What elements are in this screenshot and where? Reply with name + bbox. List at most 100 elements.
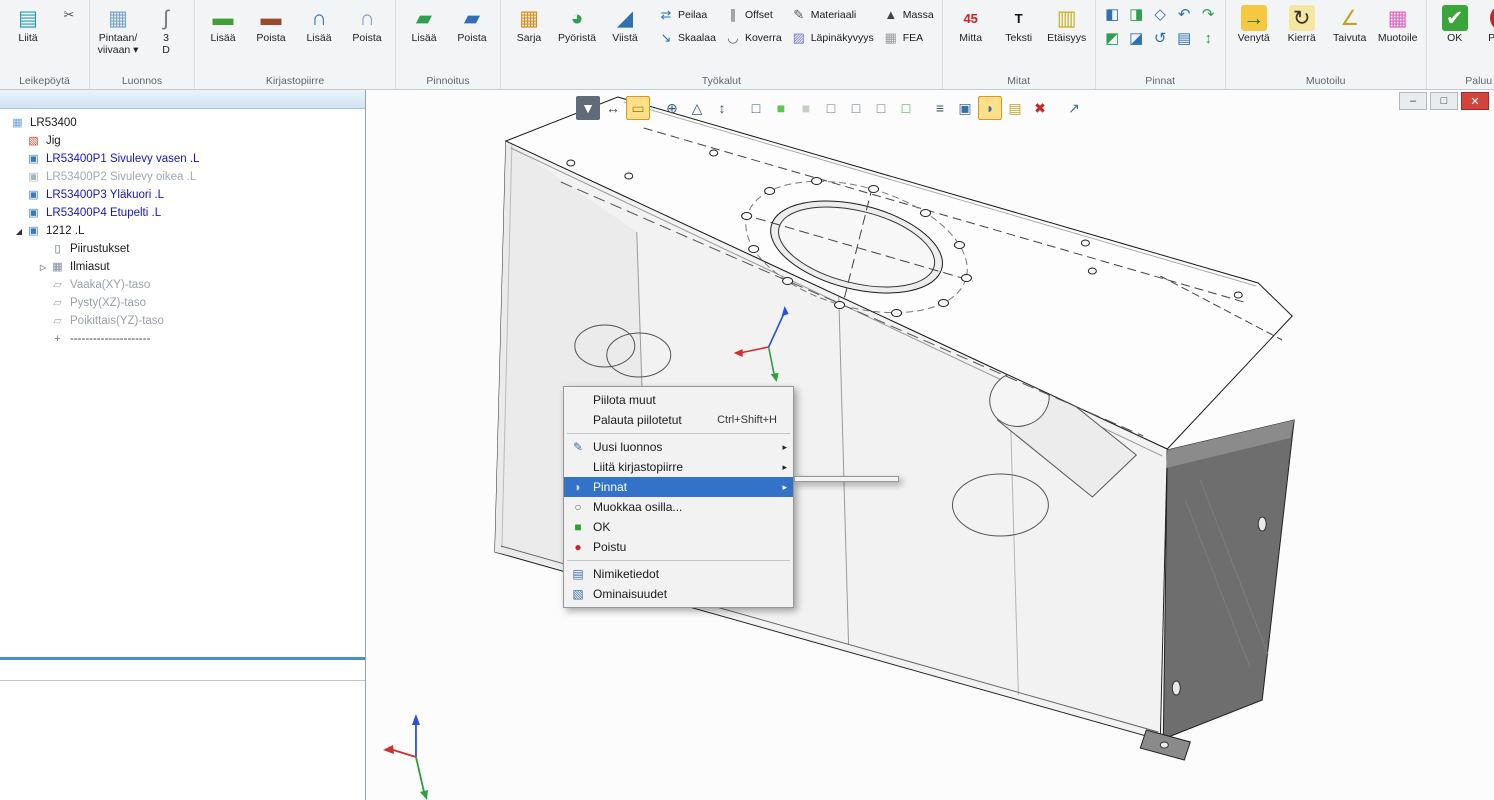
ribbon-button-materiaali[interactable]: ✎Materiaali xyxy=(787,3,877,26)
poistu-icon: ● xyxy=(568,539,588,555)
menu-restore-hidden[interactable]: Palauta piilotetutCtrl+Shift+H xyxy=(564,410,793,430)
ribbon-button-poista[interactable]: ∩Poista xyxy=(344,3,390,46)
tree-item-lr53400p3-yl-kuori-l[interactable]: ▣LR53400P3 Yläkuori .L xyxy=(0,186,365,204)
ribbon-button-lis[interactable]: ∩Lisää xyxy=(296,3,342,46)
tree-item-piirustukset[interactable]: ▯Piirustukset xyxy=(0,240,365,258)
ribbon-button-et-isyys[interactable]: ▥Etäisyys xyxy=(1044,3,1090,46)
drawer-icon[interactable]: ▤ xyxy=(1003,96,1027,120)
ribbon-button-poista[interactable]: ▬Poista xyxy=(248,3,294,46)
surface-flip-icon: ↕ xyxy=(1197,29,1219,49)
ribbon-button-py-rist[interactable]: ◕Pyöristä xyxy=(554,3,600,46)
tree-item-item[interactable]: +--------------------- xyxy=(0,330,365,348)
ribbon-button-l-pin-kyvyys[interactable]: ▨Läpinäkyvyys xyxy=(787,26,877,49)
move-icon[interactable]: ↔ xyxy=(601,96,625,120)
ribbon-button-ok[interactable]: ✔OK xyxy=(1432,3,1478,46)
viewport-3d[interactable]: ▼↔▭⊕△↕□■■□□□□≡▣◗▤✖↗ –□✕ Piilota muutPala… xyxy=(366,90,1494,800)
menu-item-data[interactable]: ▤Nimiketiedot xyxy=(564,564,793,584)
ribbon-button-teksti[interactable]: TTeksti xyxy=(996,3,1042,46)
box-view-icon[interactable]: □ xyxy=(869,96,893,120)
surface-sweep-left-button[interactable]: ↶ xyxy=(1173,3,1196,26)
ribbon-button-offset[interactable]: ∥Offset xyxy=(721,3,785,26)
flip-normal-icon[interactable]: ↕ xyxy=(710,96,734,120)
tree-item-1212-l[interactable]: ◢▣1212 .L xyxy=(0,222,365,240)
measure-icon[interactable]: ▭ xyxy=(626,96,650,120)
select-box-icon[interactable]: □ xyxy=(744,96,768,120)
select-up-icon[interactable]: △ xyxy=(685,96,709,120)
hidden-line-view-icon[interactable]: □ xyxy=(844,96,868,120)
surface-split-button[interactable]: ◧ xyxy=(1101,3,1124,26)
pin-icon[interactable]: ▼ xyxy=(576,96,600,120)
ribbon-button-sarja[interactable]: ▦Sarja xyxy=(506,3,552,46)
ribbon-button-massa[interactable]: ▲Massa xyxy=(879,3,937,26)
model-3d[interactable] xyxy=(366,90,1494,800)
ribbon-button-cut[interactable]: ✂ xyxy=(57,3,84,26)
menu-surfaces[interactable]: ◗Pinnat▸ xyxy=(564,477,793,497)
menu-hide-others[interactable]: Piilota muut xyxy=(564,390,793,410)
tree-item-pysty-xz-taso[interactable]: ▱Pysty(XZ)-taso xyxy=(0,294,365,312)
ribbon-button-taivuta[interactable]: ∠Taivuta xyxy=(1327,3,1373,46)
ribbon-button-mitta[interactable]: 45Mitta xyxy=(948,3,994,46)
ribbon-button-peilaa[interactable]: ⇄Peilaa xyxy=(654,3,719,26)
poistu-icon: ✖ xyxy=(1490,5,1494,31)
surface-rotate-button[interactable]: ↺ xyxy=(1149,27,1172,50)
tree-item-label: LR53400P2 Sivulevy oikea .L xyxy=(46,171,196,183)
shaded-view-icon[interactable]: ■ xyxy=(769,96,793,120)
tree-item-lr53400p4-etupelti-l[interactable]: ▣LR53400P4 Etupelti .L xyxy=(0,204,365,222)
tree-item-ilmiasut[interactable]: ▷▦Ilmiasut xyxy=(0,258,365,276)
ribbon-button-viist[interactable]: ◢Viistä xyxy=(602,3,648,46)
list-icon[interactable]: ≡ xyxy=(928,96,952,120)
ribbon-button-fea[interactable]: ▦FEA xyxy=(879,26,937,49)
surface-patch-button[interactable]: ◇ xyxy=(1149,3,1172,26)
ribbon-button-koverra[interactable]: ◡Koverra xyxy=(721,26,785,49)
minimize-button[interactable]: – xyxy=(1399,92,1427,110)
menu-ok[interactable]: ■OK xyxy=(564,517,793,537)
axis-icon: + xyxy=(50,332,65,346)
surface-flip-button[interactable]: ↕ xyxy=(1197,27,1220,50)
ribbon-button-poista[interactable]: ▰Poista xyxy=(449,3,495,46)
ominaisuudet-icon: ▧ xyxy=(568,586,588,602)
delete-icon[interactable]: ✖ xyxy=(1028,96,1052,120)
surface-tool-icon[interactable]: ◗ xyxy=(978,96,1002,120)
tree-item-jig[interactable]: ▧Jig xyxy=(0,132,365,150)
copy-icon[interactable]: ▣ xyxy=(953,96,977,120)
menu-paste-library-feature[interactable]: Liitä kirjastopiirre▸ xyxy=(564,457,793,477)
ribbon-button-liit[interactable]: ▤Liitä xyxy=(5,3,51,46)
ribbon-button-lis[interactable]: ▬Lisää xyxy=(200,3,246,46)
tree-item-lr53400p2-sivulevy-oikea-l[interactable]: ▣LR53400P2 Sivulevy oikea .L xyxy=(0,168,365,186)
restore-button[interactable]: □ xyxy=(1430,92,1458,110)
menu-new-sketch[interactable]: ✎Uusi luonnos▸ xyxy=(564,437,793,457)
tree-item-vaaka-xy-taso[interactable]: ▱Vaaka(XY)-taso xyxy=(0,276,365,294)
surface-join-button[interactable]: ◩ xyxy=(1101,27,1124,50)
ribbon-button-3-d[interactable]: ∫3 D xyxy=(143,3,189,58)
ribbon-button-venyt[interactable]: →Venytä xyxy=(1231,3,1277,46)
gray-view-icon[interactable]: ■ xyxy=(794,96,818,120)
open-expander-icon[interactable]: ◢ xyxy=(12,227,26,236)
ribbon-button-skaalaa[interactable]: ↘Skaalaa xyxy=(654,26,719,49)
tree-item-lr53400[interactable]: ▦LR53400 xyxy=(0,114,365,132)
drawings-icon: ▯ xyxy=(50,242,65,256)
surface-sweep-right-button[interactable]: ↷ xyxy=(1197,3,1220,26)
ribbon-button-poistu[interactable]: ✖Poistu xyxy=(1480,3,1494,46)
ribbon-button-pintaan-viivaan[interactable]: ▦Pintaan/ viivaan ▾ xyxy=(95,3,141,58)
ribbon-button-kierr[interactable]: ↻Kierrä xyxy=(1279,3,1325,46)
wireframe-view-icon[interactable]: □ xyxy=(819,96,843,120)
close-button[interactable]: ✕ xyxy=(1461,92,1489,110)
menu-exit[interactable]: ● Poistu xyxy=(564,537,793,557)
tree-item-lr53400p1-sivulevy-vasen-l[interactable]: ▣LR53400P1 Sivulevy vasen .L xyxy=(0,150,365,168)
surface-trim-button[interactable]: ◪ xyxy=(1125,27,1148,50)
poista-icon: ▰ xyxy=(459,5,485,31)
menu-properties[interactable]: ▧Ominaisuudet xyxy=(564,584,793,604)
export-icon[interactable]: ↗ xyxy=(1062,96,1086,120)
ribbon-button-lis[interactable]: ▰Lisää xyxy=(401,3,447,46)
menu-item-label: Poistu xyxy=(593,540,777,554)
tree-item-poikittais-yz-taso[interactable]: ▱Poikittais(YZ)-taso xyxy=(0,312,365,330)
menu-edit-with-parts[interactable]: ○Muokkaa osilla... xyxy=(564,497,793,517)
surface-extend-button[interactable]: ◨ xyxy=(1125,3,1148,26)
jig-icon: ▧ xyxy=(26,134,41,148)
surface-save-button[interactable]: ▤ xyxy=(1173,27,1196,50)
select-circle-icon[interactable]: ⊕ xyxy=(660,96,684,120)
closed-expander-icon[interactable]: ▷ xyxy=(36,263,50,272)
edges-view-icon[interactable]: □ xyxy=(894,96,918,120)
ribbon-button-muotoile[interactable]: ▦Muotoile xyxy=(1375,3,1421,46)
surface-patch-icon: ◇ xyxy=(1149,5,1171,25)
